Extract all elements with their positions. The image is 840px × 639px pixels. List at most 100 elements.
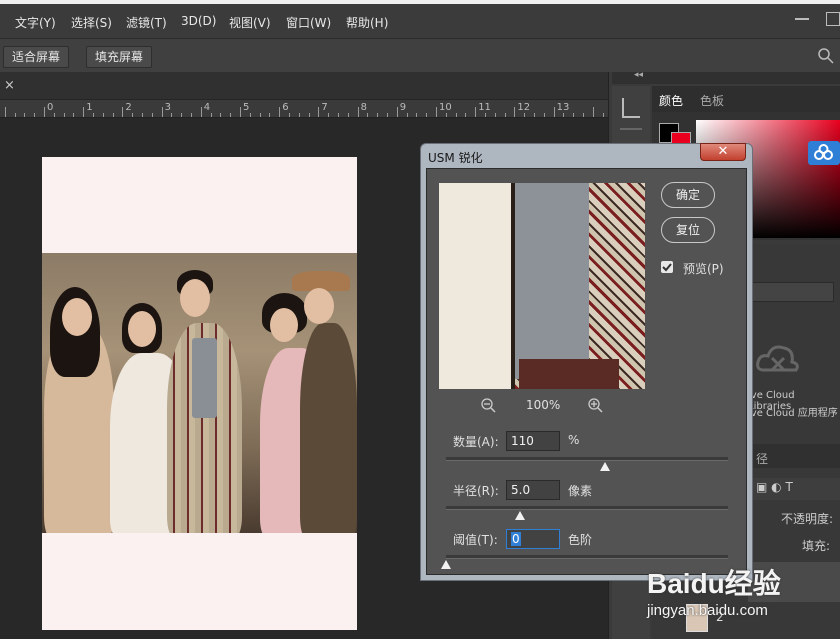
threshold-slider-thumb[interactable] (441, 560, 451, 569)
ruler-tick (308, 113, 310, 117)
maximize-icon[interactable] (826, 12, 840, 26)
threshold-unit: 色阶 (568, 533, 593, 547)
options-bar: 适合屏幕 填充屏幕 (0, 38, 840, 72)
ruler-number: 8 (360, 102, 367, 113)
ruler-tick (377, 113, 379, 117)
ruler-tick (44, 107, 45, 117)
menu-window[interactable]: 窗口(W) (286, 14, 331, 31)
threshold-input[interactable]: 0 (506, 529, 560, 549)
amount-input[interactable]: 110 (506, 431, 560, 451)
ruler-number: 2 (125, 102, 132, 113)
ruler-tick (338, 113, 339, 117)
ruler-tick (465, 113, 467, 117)
ruler-tick (426, 113, 428, 117)
ruler-tick (14, 113, 16, 117)
zoom-level: 100% (526, 398, 561, 412)
ruler-tick (73, 113, 75, 117)
menu-type[interactable]: 文字(Y) (15, 14, 56, 31)
ruler-tick (592, 107, 594, 117)
amount-slider-track[interactable] (446, 457, 728, 461)
amount-label: 数量(A): (453, 435, 499, 449)
library-dropdown[interactable] (752, 282, 834, 302)
filter-preview[interactable] (439, 183, 645, 389)
ruler-tick (387, 113, 388, 117)
watermark-url: jingyan.baidu.com (647, 602, 768, 619)
menu-bar: 文字(Y) 选择(S) 滤镜(T) 3D(D) 视图(V) 窗口(W) 帮助(H… (0, 0, 840, 38)
preview-checkbox[interactable] (661, 261, 673, 273)
checkmark-icon (662, 263, 672, 272)
radius-slider-track[interactable] (446, 506, 728, 510)
ruler-tick (171, 113, 173, 117)
ruler-tick (289, 113, 290, 117)
tab-paths[interactable]: 径 (756, 450, 768, 467)
ruler-tick (93, 113, 94, 117)
close-tab-icon[interactable]: × (4, 78, 15, 93)
opacity-label: 不透明度: (781, 512, 834, 526)
fill-screen-button[interactable]: 填充屏幕 (86, 46, 153, 68)
radius-slider-thumb[interactable] (515, 511, 525, 520)
minimize-icon[interactable] (795, 18, 809, 20)
ruler-tick (436, 107, 437, 117)
ruler-tick (122, 107, 124, 117)
ruler-tick (24, 113, 26, 117)
amount-slider-thumb[interactable] (600, 462, 610, 471)
ruler-tick (563, 113, 565, 117)
ruler-tick (534, 113, 535, 117)
ruler-tick (200, 107, 202, 117)
ruler-tick (151, 113, 153, 117)
search-icon[interactable] (818, 48, 834, 64)
ruler-tick (279, 107, 281, 117)
group-photo-image (42, 253, 357, 533)
ruler-tick (161, 107, 163, 117)
ruler-tick (396, 107, 398, 117)
ruler-tick (53, 113, 55, 117)
ruler-tick (475, 107, 477, 117)
ruler-tick (328, 113, 330, 117)
ruler-tick (249, 113, 251, 117)
fit-screen-button[interactable]: 适合屏幕 (3, 46, 70, 68)
reset-button[interactable]: 复位 (661, 217, 715, 243)
menu-select[interactable]: 选择(S) (71, 14, 112, 31)
layer-filter-icons[interactable]: ▣ ◐ T (748, 478, 840, 500)
cc-sync-icon[interactable] (808, 141, 840, 165)
ruler-tick (553, 107, 555, 117)
ruler-tick (524, 113, 526, 117)
cc-apps-text: ive Cloud 应用程序 (748, 408, 838, 419)
ruler-tick (367, 113, 369, 117)
ruler-tick (583, 113, 584, 117)
ruler-tick (63, 113, 65, 117)
ruler-tick (112, 113, 114, 117)
menu-filter[interactable]: 滤镜(T) (126, 14, 167, 31)
menu-view[interactable]: 视图(V) (229, 14, 271, 31)
ruler-tick (230, 113, 232, 117)
tab-color[interactable]: 颜色 (659, 92, 683, 109)
close-button[interactable]: ✕ (700, 143, 746, 161)
radius-input[interactable]: 5.0 (506, 480, 560, 500)
ruler-tick (357, 107, 359, 117)
menu-3d[interactable]: 3D(D) (181, 14, 216, 28)
threshold-label: 阈值(T): (453, 533, 498, 547)
ruler-tick (220, 113, 222, 117)
ruler-tick (514, 107, 516, 117)
ruler-tick (132, 113, 134, 117)
ruler-tick (543, 113, 545, 117)
threshold-slider-track[interactable] (446, 555, 728, 559)
ruler-tick (347, 113, 349, 117)
ok-button[interactable]: 确定 (661, 182, 715, 208)
ruler-number: 7 (321, 102, 328, 113)
ruler-number: 13 (556, 102, 570, 113)
amount-unit: % (568, 433, 580, 447)
ruler-tick (4, 107, 6, 117)
radius-label: 半径(R): (453, 484, 499, 498)
tab-swatches[interactable]: 色板 (700, 92, 724, 109)
zoom-out-icon[interactable] (481, 398, 497, 414)
ruler-number: 4 (203, 102, 211, 113)
ruler-number: 3 (164, 102, 171, 113)
ruler-tick (142, 113, 143, 117)
zoom-in-icon[interactable] (588, 398, 604, 414)
history-icon[interactable] (622, 98, 640, 118)
menu-help[interactable]: 帮助(H) (346, 14, 388, 31)
ruler-tick (34, 113, 36, 117)
collapse-strip[interactable]: ◂◂ (612, 70, 840, 84)
ruler-tick (191, 113, 192, 117)
